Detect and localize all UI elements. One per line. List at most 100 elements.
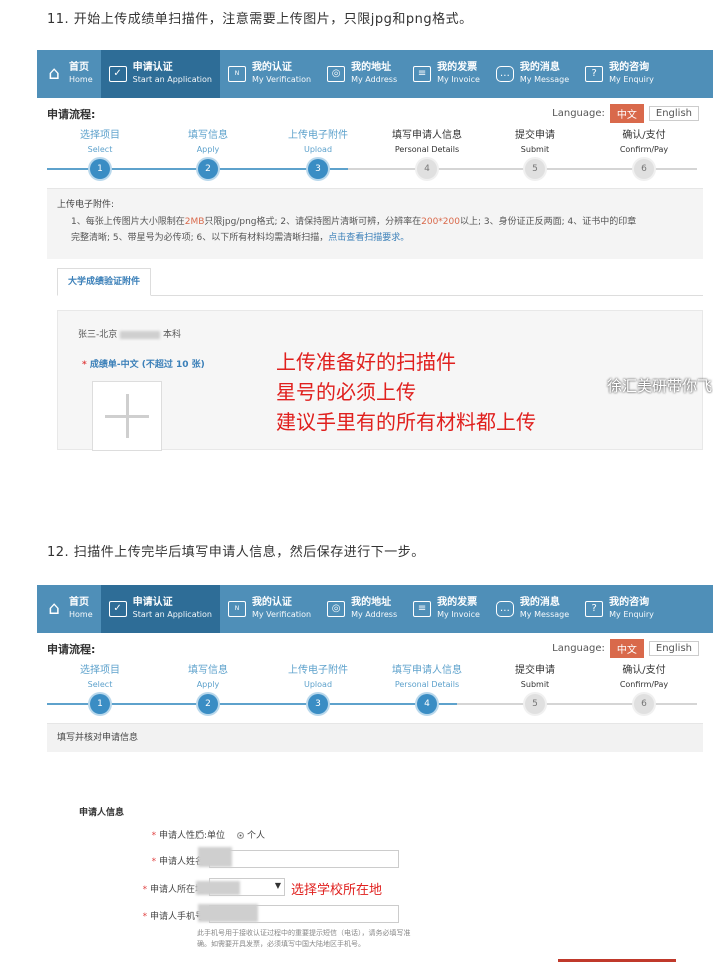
nav-my-invoice[interactable]: ≡ 我的发票 My Invoice (405, 585, 488, 633)
radio-person[interactable]: 个人 (237, 828, 265, 841)
top-nav-2: ⌂ 首页 Home ✓ 申请认证 Start an Application N 我的认证 M… (37, 585, 713, 633)
step-sublabel: Confirm/Pay (619, 145, 669, 154)
upload-instructions: 上传电子附件: 1、每张上传图片大小限制在2MB只限jpg/png格式; 2、请… (47, 188, 703, 259)
nav-start-application[interactable]: ✓ 申请认证 Start an Application (100, 585, 220, 633)
annotation-text: 上传准备好的扫描件 星号的必须上传 建议手里有的所有材料都上传 (276, 347, 536, 437)
redacted-text (198, 904, 258, 922)
note-text: 以上; 3、身份证正反两面; 4、证书中的印章 (459, 217, 637, 227)
nav-label: 我的咨询 (609, 62, 650, 73)
attachment-tabs: 大学成绩验证附件 (57, 268, 703, 296)
step-label: 确认/支付 (622, 130, 666, 141)
nav-label: 我的咨询 (609, 597, 650, 608)
step-dot: 4 (417, 694, 437, 714)
invoice-icon: ≡ (413, 66, 432, 82)
tab-transcript-attachments[interactable]: 大学成绩验证附件 (57, 268, 152, 296)
nav-home[interactable]: ⌂ 首页 Home (37, 585, 101, 633)
caption-step-12: 12. 扫描件上传完毕后填写申请人信息，然后保存进行下一步。 (47, 545, 425, 560)
name-suffix: 本科 (163, 330, 182, 340)
progress-track (47, 703, 697, 705)
nav-sublabel: My Address (351, 610, 398, 619)
nav-my-address[interactable]: ◎ 我的地址 My Address (319, 585, 405, 633)
step-sublabel: Submit (520, 145, 550, 154)
step-label: 选择项目 (80, 130, 120, 141)
flow-header: 申请流程: Language: 中文 English (37, 98, 713, 126)
name-prefix: 张三-北京 (78, 330, 118, 340)
applicant-phone-input[interactable] (198, 904, 399, 923)
nav-sublabel: My Enquiry (609, 75, 654, 84)
nav-my-message[interactable]: … 我的消息 My Message (488, 50, 577, 98)
nav-label: 我的发票 (437, 62, 478, 73)
step-label: 上传电子附件 (288, 665, 348, 676)
language-switch: Language: 中文 English (552, 639, 699, 658)
invoice-icon: ≡ (413, 601, 432, 617)
step-dot: 1 (90, 694, 110, 714)
note-size: 2MB (184, 217, 205, 227)
new-icon: N (227, 601, 246, 617)
note-text: 完整清晰; 5、带星号为必传项; 6、以下所有材料均需清晰扫描， (71, 233, 329, 243)
nav-my-enquiry[interactable]: ? 我的咨询 My Enquiry (577, 50, 662, 98)
nav-sublabel: My Enquiry (609, 610, 654, 619)
step-sublabel: Apply (196, 145, 220, 154)
radio-unit[interactable]: 单位 (197, 828, 225, 841)
nav-my-verification[interactable]: N 我的认证 My Verification (220, 585, 319, 633)
nav-label: 我的消息 (519, 62, 560, 73)
nav-sublabel: My Message (519, 75, 570, 84)
nav-label: 申请认证 (132, 62, 173, 73)
nav-my-verification[interactable]: N 我的认证 My Verification (220, 50, 319, 98)
caption-step-11: 11. 开始上传成绩单扫描件，注意需要上传图片，只限jpg和png格式。 (47, 12, 473, 27)
row-applicant-phone: * 申请人手机号: (37, 904, 713, 925)
watermark: 徐汇美研带你飞 (606, 377, 712, 395)
check-icon: ✓ (108, 601, 127, 617)
nav-home[interactable]: ⌂ 首页 Home (37, 50, 101, 98)
nav-start-application[interactable]: ✓ 申请认证 Start an Application (100, 50, 220, 98)
add-image-button[interactable] (92, 381, 162, 451)
step-dot: 4 (417, 159, 437, 179)
nav-my-message[interactable]: … 我的消息 My Message (488, 585, 577, 633)
nav-my-invoice[interactable]: ≡ 我的发票 My Invoice (405, 50, 488, 98)
step-upload: 上传电子附件 Upload (263, 661, 373, 689)
applicant-name-input[interactable] (198, 847, 399, 868)
step-sublabel: Personal Details (394, 145, 460, 154)
nav-label: 我的认证 (251, 62, 292, 73)
nav-label: 首页 (69, 597, 89, 608)
step-label: 填写信息 (188, 130, 228, 141)
step-label: 选择项目 (80, 665, 120, 676)
step-label: 提交申请 (515, 665, 555, 676)
note-text: 1、每张上传图片大小限制在 (71, 217, 185, 227)
step-sublabel: Confirm/Pay (619, 680, 669, 689)
step-select: 选择项目 Select (45, 661, 155, 689)
enquiry-icon: ? (585, 601, 604, 617)
lang-en-button[interactable]: English (648, 106, 699, 121)
hint-line: 此手机号用于接收认证过程中的重要提示短信（电话），请务必填写准 (197, 929, 411, 937)
flow-header: 申请流程: Language: 中文 English (37, 633, 713, 661)
nav-label: 我的认证 (251, 597, 292, 608)
upload-area: 张三-北京 本科 * 成绩单-中文 (不超过 10 张) 上传准备好的扫描件 星… (57, 310, 712, 451)
language-switch: Language: 中文 English (552, 104, 699, 123)
step-label: 提交申请 (515, 130, 555, 141)
radio-circle (237, 832, 244, 839)
radio-label: 个人 (247, 831, 266, 841)
step-confirm: 确认/支付 Confirm/Pay (589, 126, 699, 154)
lang-en-button[interactable]: English (648, 641, 699, 656)
row-applicant-name: * 申请人姓名: (37, 847, 713, 870)
nav-label: 申请认证 (132, 597, 173, 608)
step-dot: 3 (308, 159, 328, 179)
location-select[interactable]: ▼ (196, 878, 285, 896)
step-label: 填写申请人信息 (392, 665, 462, 676)
scan-requirements-link[interactable]: 点击查看扫描要求。 (328, 233, 409, 243)
nav-sublabel: My Verification (251, 610, 312, 619)
progress-steps: 选择项目 Select 填写信息 Apply 上传电子附件 Upload 填写申请人信… (37, 661, 713, 723)
transcript-label: * 成绩单-中文 (不超过 10 张) (82, 357, 205, 370)
lang-zh-button[interactable]: 中文 (609, 104, 644, 123)
lang-zh-button[interactable]: 中文 (609, 639, 644, 658)
progress-track (47, 168, 697, 170)
nav-sublabel: Home (69, 610, 93, 619)
step-dot: 6 (634, 159, 654, 179)
address-icon: ◎ (327, 601, 346, 617)
nav-my-enquiry[interactable]: ? 我的咨询 My Enquiry (577, 585, 662, 633)
step-sublabel: Select (87, 145, 113, 154)
nav-sublabel: My Message (519, 610, 570, 619)
home-icon: ⌂ (48, 598, 60, 619)
phone-hint: 此手机号用于接收认证过程中的重要提示短信（电话），请务必填写准 确。如需要开具发… (197, 928, 437, 950)
nav-my-address[interactable]: ◎ 我的地址 My Address (319, 50, 405, 98)
